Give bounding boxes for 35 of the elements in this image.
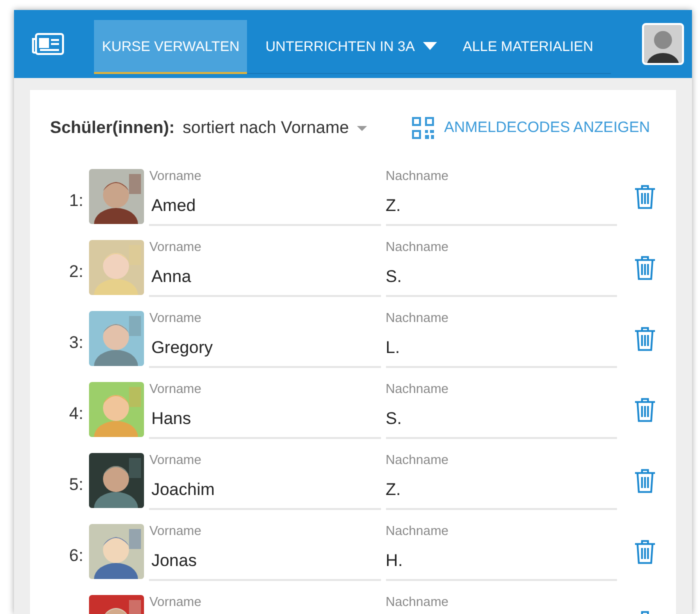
- sort-dropdown[interactable]: sortiert nach Vorname: [182, 115, 367, 141]
- user-avatar[interactable]: [642, 23, 684, 65]
- first-name-field[interactable]: Vorname: [149, 594, 381, 614]
- first-name-field[interactable]: Vorname Jonas: [149, 522, 381, 580]
- last-name-field[interactable]: Nachname Z.: [386, 168, 618, 226]
- caret-icon: [422, 42, 437, 50]
- caret-icon: [356, 126, 367, 130]
- row-number: 1:: [68, 190, 84, 212]
- trash-icon[interactable]: [634, 254, 656, 280]
- trash-icon[interactable]: [634, 468, 656, 494]
- first-name-field[interactable]: Vorname Hans: [149, 380, 381, 438]
- last-name-field[interactable]: Nachname S.: [386, 238, 618, 296]
- last-name-field[interactable]: Nachname S.: [386, 380, 618, 438]
- trash-icon[interactable]: [634, 396, 656, 422]
- trash-icon[interactable]: [634, 326, 656, 352]
- row-number: 6:: [68, 544, 84, 567]
- first-name-field[interactable]: Vorname Anna: [149, 238, 381, 296]
- newspaper-icon[interactable]: [32, 33, 64, 55]
- trash-icon[interactable]: [634, 538, 656, 564]
- last-name-field[interactable]: Nachname Z.: [386, 452, 618, 510]
- row-number: 3:: [68, 332, 84, 354]
- last-name-field[interactable]: Nachname L.: [386, 310, 618, 368]
- row-number: 5:: [68, 474, 84, 496]
- first-name-field[interactable]: Vorname Amed: [149, 168, 381, 226]
- first-name-field[interactable]: Vorname Joachim: [149, 452, 381, 510]
- qr-code-icon: [412, 117, 434, 139]
- students-label: Schüler(innen):: [50, 117, 175, 140]
- nav-tab[interactable]: UNTERRICHTEN IN 3A: [257, 20, 445, 74]
- row-number: 2:: [68, 260, 84, 283]
- nav-tab[interactable]: ALLE MATERIALIEN: [454, 20, 602, 74]
- row-number: 4:: [68, 402, 84, 425]
- trash-icon[interactable]: [634, 184, 656, 210]
- first-name-field[interactable]: Vorname Gregory: [149, 310, 381, 368]
- last-name-field[interactable]: Nachname H.: [386, 522, 618, 580]
- last-name-field[interactable]: Nachname: [386, 594, 618, 614]
